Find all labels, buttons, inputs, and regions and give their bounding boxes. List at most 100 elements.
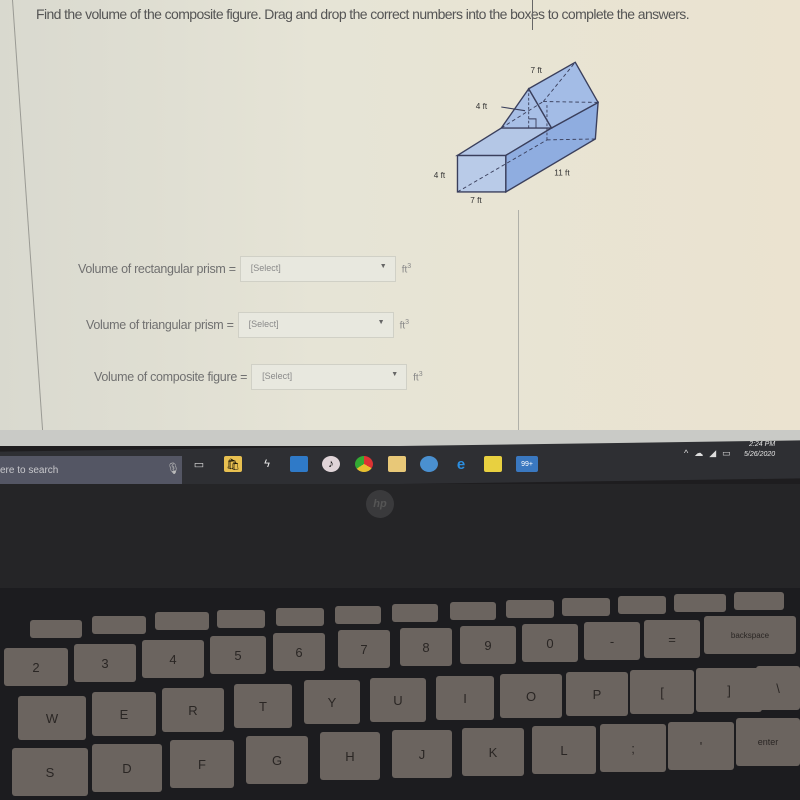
winamp-icon[interactable]: ϟ <box>258 456 276 472</box>
key-f11 <box>618 596 666 614</box>
store-icon[interactable]: 🛍 <box>224 456 242 472</box>
clock-date: 5/26/2020 <box>744 451 776 458</box>
key: K <box>462 728 524 776</box>
key-insert <box>734 592 784 610</box>
key-f7 <box>392 604 438 622</box>
key-f8 <box>450 602 496 620</box>
wifi-icon[interactable]: ◢ <box>709 448 716 459</box>
key: 2 <box>4 648 68 686</box>
rect-prism-select[interactable]: [Select] ▼ <box>239 256 396 282</box>
key: S <box>12 748 88 796</box>
key: ; <box>600 724 666 772</box>
microphone-icon[interactable]: 🎙 <box>166 462 180 475</box>
key-f6 <box>335 606 381 624</box>
key: - <box>584 622 640 660</box>
key-f1 <box>30 620 82 638</box>
key-backspace: backspace <box>704 616 796 654</box>
search-placeholder: ere to search <box>0 465 59 476</box>
key-f12 <box>674 594 726 612</box>
key: F <box>170 740 234 788</box>
key: D <box>92 744 162 792</box>
select-placeholder: [Select] <box>250 263 281 273</box>
battery-icon[interactable]: ▭ <box>722 448 731 459</box>
taskbar-clock[interactable]: 2:24 PM 5/26/2020 <box>744 440 775 460</box>
label-7ft-rect: 7 ft <box>470 196 482 205</box>
key: G <box>246 736 308 784</box>
tri-prism-select[interactable]: [Select] ▼ <box>237 312 394 338</box>
answer-row-triangular: Volume of triangular prism = [Select] ▼ … <box>86 312 409 338</box>
browser-screen: Find the volume of the composite figure.… <box>0 0 800 446</box>
key: H <box>320 732 380 780</box>
key: 7 <box>338 630 390 668</box>
label-4ft-rect: 4 ft <box>434 171 446 180</box>
answer-label: Volume of rectangular prism = <box>78 262 236 276</box>
key: \ <box>756 666 800 710</box>
chrome-icon[interactable] <box>355 456 373 472</box>
key: U <box>370 678 426 722</box>
composite-figure-drawing: 7 ft 4 ft 4 ft 7 ft 11 ft <box>434 61 600 205</box>
key: I <box>436 676 494 720</box>
mail-icon[interactable]: 99+ <box>516 456 538 472</box>
key: T <box>234 684 292 728</box>
key: 4 <box>142 640 204 678</box>
edge-icon[interactable]: e <box>452 456 470 473</box>
key: Y <box>304 680 360 724</box>
composite-figure: 7 ft 4 ft 4 ft 7 ft 11 ft <box>410 48 620 208</box>
key: 5 <box>210 636 266 674</box>
key: ' <box>668 722 734 770</box>
select-placeholder: [Select] <box>248 319 279 329</box>
key: 0 <box>522 624 578 662</box>
key: 3 <box>74 644 136 682</box>
composite-select[interactable]: [Select] ▼ <box>251 364 408 390</box>
key-f4 <box>217 610 265 628</box>
key: 9 <box>460 626 516 664</box>
key: R <box>162 688 224 732</box>
mail-badge: 99+ <box>521 460 533 468</box>
key: 8 <box>400 628 452 666</box>
unit-exponent: 3 <box>407 262 412 270</box>
key-f9 <box>506 600 554 618</box>
laptop-keyboard: 2 3 4 5 6 7 8 9 0 - = backspace W E R T … <box>0 588 800 800</box>
rect-front-face <box>456 154 507 193</box>
task-view-icon[interactable]: ▭ <box>190 456 208 472</box>
unit-label: ft3 <box>402 263 411 275</box>
answer-row-rectangular: Volume of rectangular prism = [Select] ▼… <box>78 256 411 282</box>
key: 6 <box>273 633 325 671</box>
key: E <box>92 692 156 736</box>
label-7ft-top: 7 ft <box>531 66 543 75</box>
text-cursor <box>532 0 533 30</box>
select-placeholder: [Select] <box>262 371 293 381</box>
unit-label: ft3 <box>413 371 422 383</box>
key: J <box>392 730 452 778</box>
cloud-icon[interactable]: ☁ <box>694 448 703 459</box>
answer-row-composite: Volume of composite figure = [Select] ▼ … <box>94 364 423 390</box>
system-tray: ^ ☁ ◢ ▭ <box>684 448 731 459</box>
key-f10 <box>562 598 610 616</box>
file-explorer-icon[interactable] <box>388 456 406 472</box>
key: L <box>532 726 596 774</box>
taskbar-search[interactable]: ere to search 🎙 <box>0 456 182 484</box>
key: = <box>644 620 700 658</box>
chevron-up-icon[interactable]: ^ <box>684 448 688 459</box>
dropdown-arrow-icon: ▼ <box>379 263 387 270</box>
photos-icon[interactable] <box>290 456 308 472</box>
key: [ <box>630 670 694 714</box>
unit-exponent: 3 <box>418 370 423 378</box>
label-11ft: 11 ft <box>554 168 570 177</box>
itunes-icon[interactable]: ♪ <box>322 456 340 472</box>
key-f3 <box>155 612 209 630</box>
edge-old-icon[interactable] <box>420 456 438 472</box>
key-f2 <box>92 616 146 634</box>
dropdown-arrow-icon: ▼ <box>391 371 399 378</box>
key: ] <box>696 668 762 712</box>
unit-exponent: 3 <box>405 318 410 326</box>
hp-logo: hp <box>366 490 394 518</box>
laptop-bezel <box>0 484 800 594</box>
clock-time: 2:24 PM <box>749 441 776 448</box>
label-4ft-triangle: 4 ft <box>476 102 488 111</box>
key-f5 <box>276 608 324 626</box>
sticky-notes-icon[interactable] <box>484 456 502 472</box>
dropdown-arrow-icon: ▼ <box>377 319 385 326</box>
key: P <box>566 672 628 716</box>
key: W <box>18 696 86 740</box>
